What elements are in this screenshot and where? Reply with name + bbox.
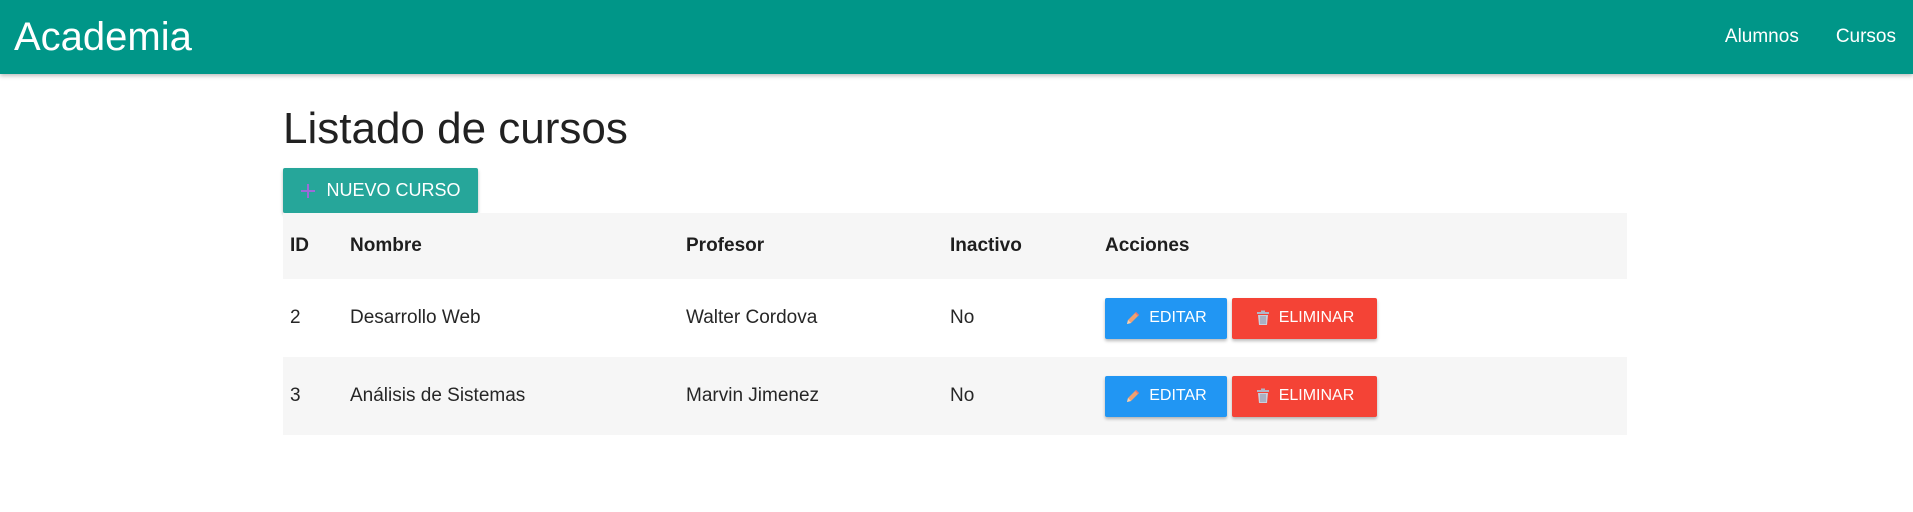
top-navbar: Academia Alumnos Cursos	[0, 0, 1913, 74]
main-content: Listado de cursos NUEVO CURSO ID Nombre …	[283, 100, 1627, 435]
delete-label: ELIMINAR	[1278, 387, 1355, 404]
cell-inactivo: No	[943, 357, 1098, 435]
delete-label: ELIMINAR	[1278, 309, 1355, 326]
cell-inactivo: No	[950, 307, 975, 328]
brand-logo-text[interactable]: Academia	[14, 14, 192, 60]
cell-nombre: Análisis de Sistemas	[343, 357, 679, 435]
page-title: Listado de cursos	[283, 104, 628, 153]
nav-link-alumnos[interactable]: Alumnos	[1725, 26, 1799, 48]
header-id: ID	[283, 213, 343, 279]
nav-links: Alumnos Cursos	[1688, 0, 1896, 74]
new-course-label: NUEVO CURSO	[326, 180, 461, 200]
table-header-row: ID Nombre Profesor Inactivo Acciones	[283, 213, 1627, 279]
cell-acciones: EDITAR ELIMINAR	[1098, 279, 1627, 357]
plus-icon	[300, 183, 316, 199]
trash-icon	[1255, 310, 1271, 326]
edit-button[interactable]: EDITAR	[1105, 297, 1227, 339]
edit-button[interactable]: EDITAR	[1105, 375, 1227, 417]
edit-label: EDITAR	[1149, 387, 1207, 404]
header-profesor: Profesor	[679, 213, 943, 279]
table-row: 3 Análisis de Sistemas Marvin Jimenez No	[283, 357, 1627, 435]
cell-profesor: Marvin Jimenez	[679, 357, 943, 435]
table-row: 2 Desarrollo Web Walter Cordova No EDITA…	[283, 279, 1627, 357]
cell-id: 3	[283, 357, 343, 435]
trash-icon	[1255, 388, 1271, 404]
edit-label: EDITAR	[1149, 309, 1207, 326]
pencil-icon	[1125, 310, 1141, 326]
header-acciones: Acciones	[1098, 213, 1627, 279]
new-course-button[interactable]: NUEVO CURSO	[283, 168, 478, 213]
header-nombre: Nombre	[343, 213, 679, 279]
delete-button[interactable]: ELIMINAR	[1232, 297, 1377, 339]
cell-id: 2	[290, 307, 301, 328]
pencil-icon	[1125, 388, 1141, 404]
cell-profesor: Walter Cordova	[686, 307, 818, 328]
courses-table: ID Nombre Profesor Inactivo Acciones 2 D…	[283, 213, 1627, 435]
cell-nombre: Desarrollo Web	[350, 307, 481, 328]
header-inactivo: Inactivo	[943, 213, 1098, 279]
nav-link-cursos[interactable]: Cursos	[1836, 26, 1896, 48]
delete-button[interactable]: ELIMINAR	[1232, 375, 1377, 417]
cell-acciones: EDITAR ELIMINAR	[1098, 357, 1627, 435]
